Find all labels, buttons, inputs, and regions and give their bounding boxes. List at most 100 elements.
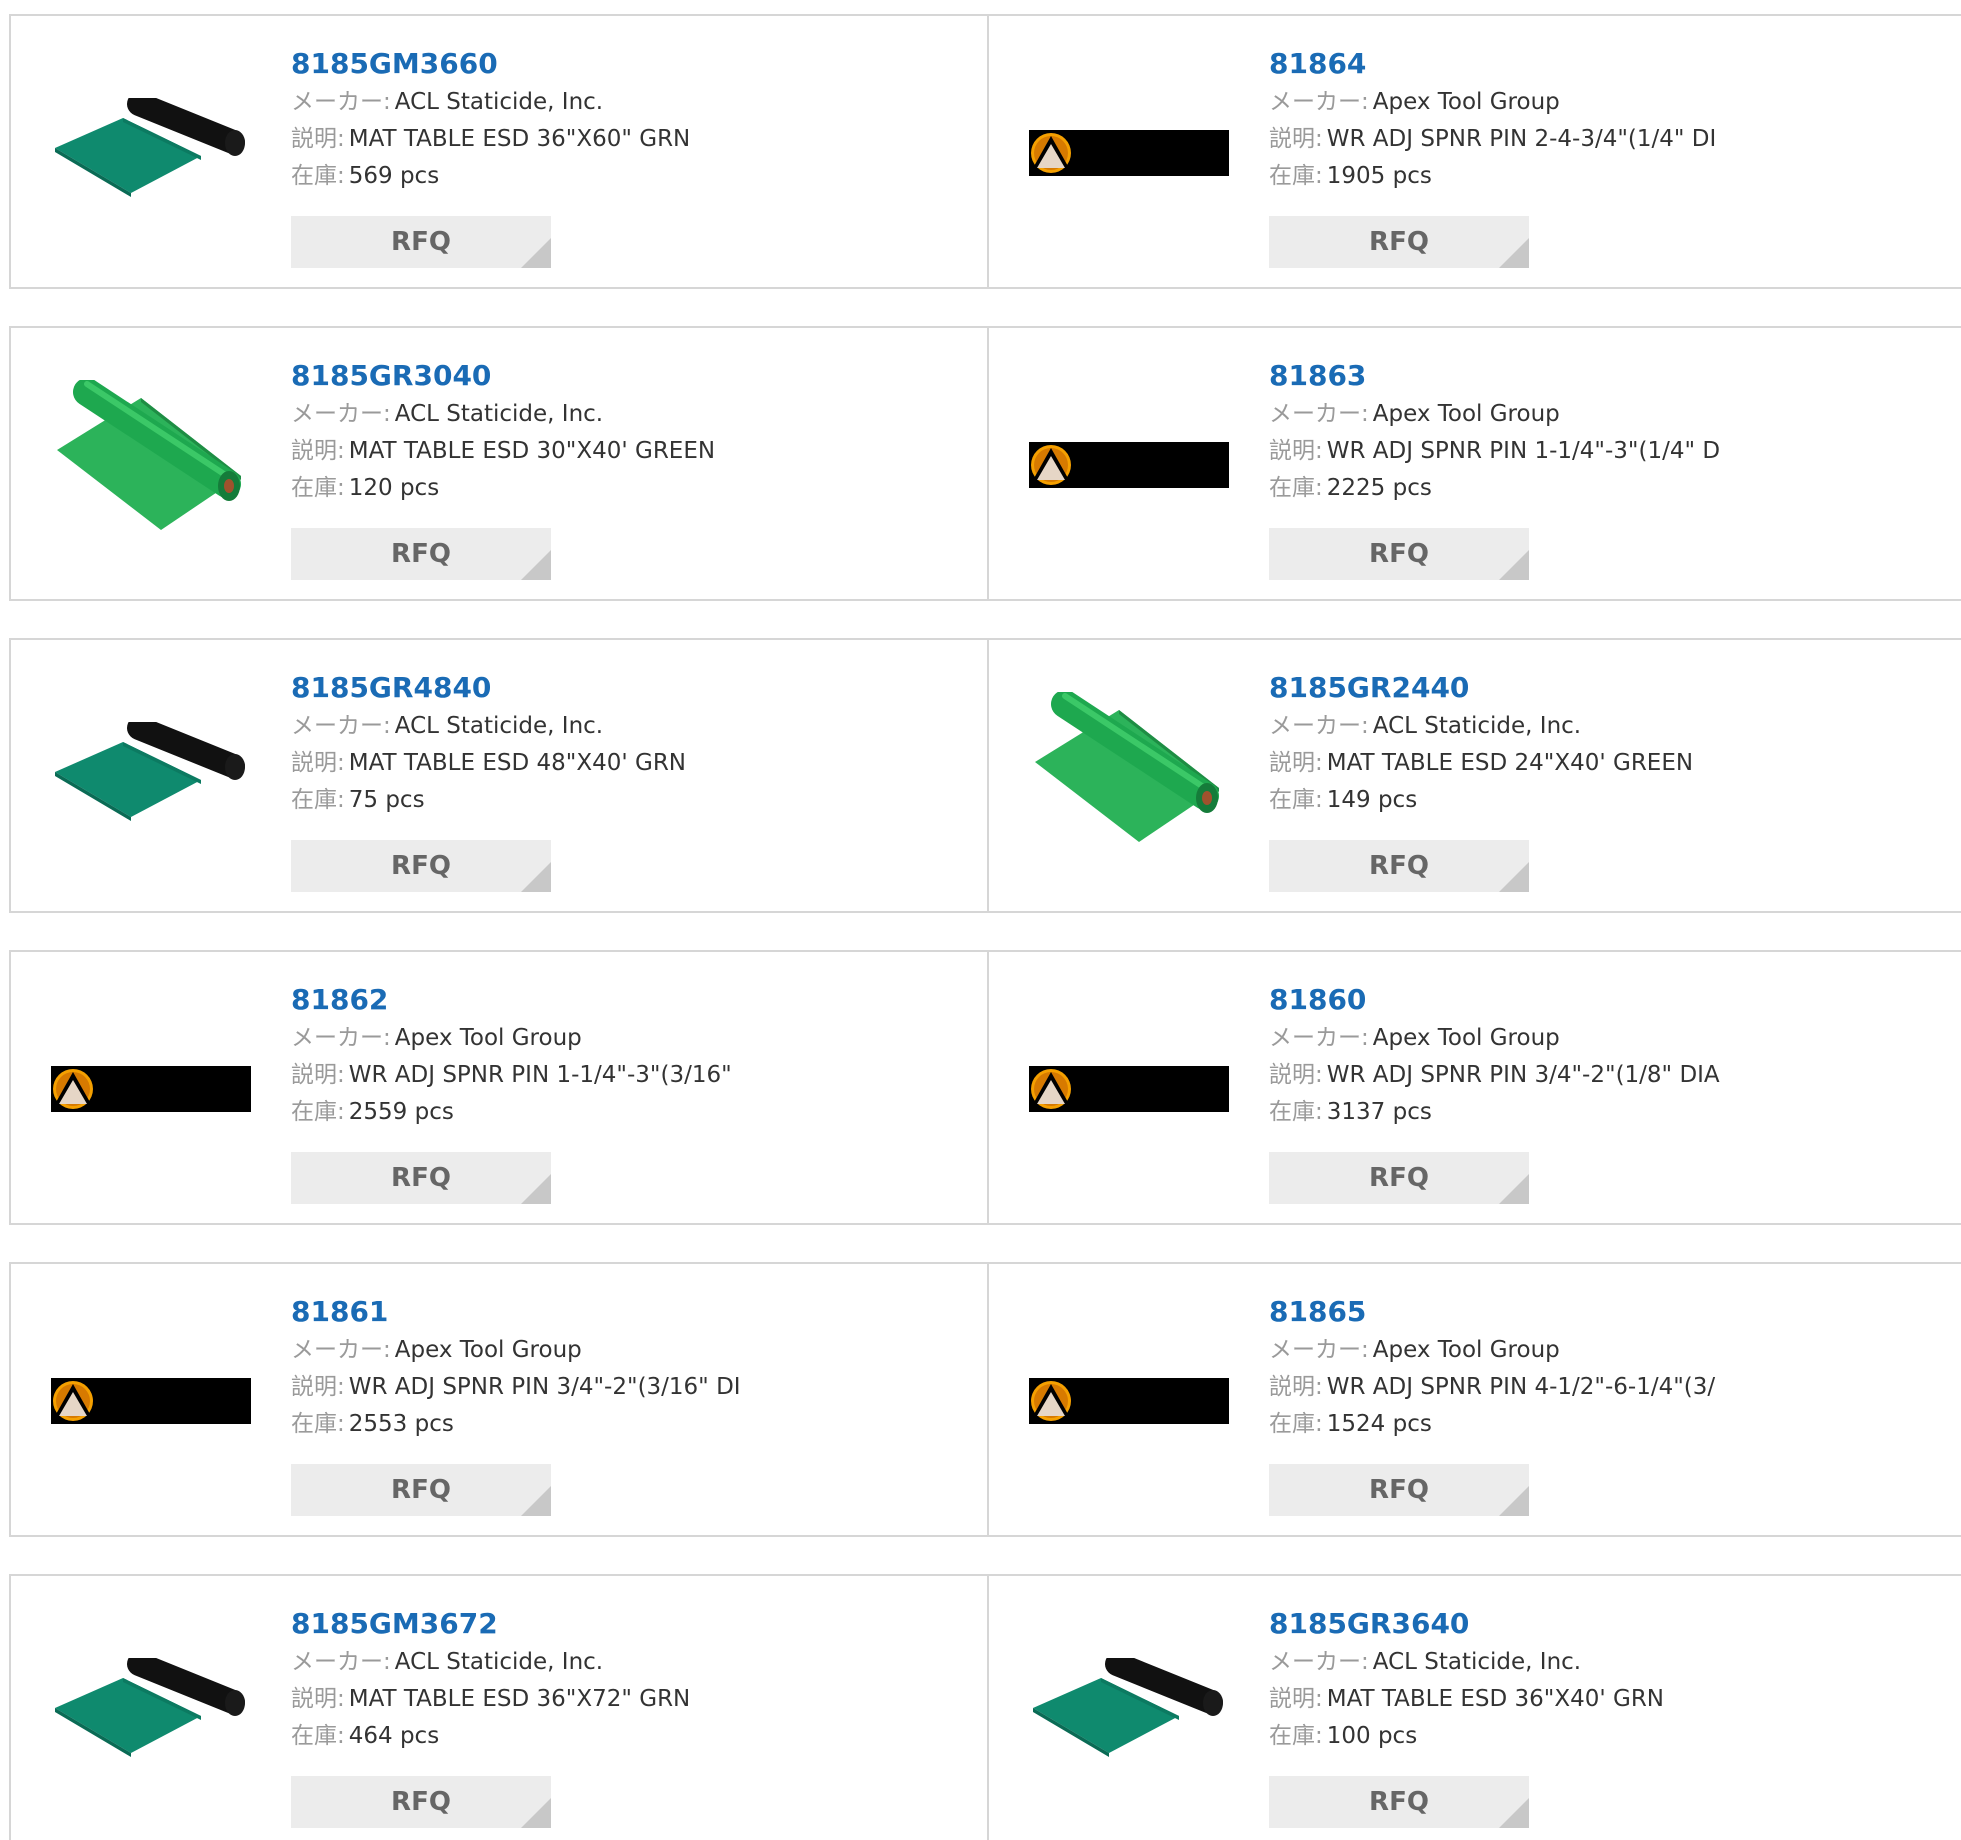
manufacturer-row: メーカー: Apex Tool Group (1269, 1020, 1909, 1057)
product-card: 81863 メーカー: Apex Tool Group 説明: WR ADJ SPN… (987, 326, 1961, 601)
corner-triangle-icon (521, 1486, 551, 1516)
manufacturer-value: ACL Staticide, Inc. (394, 401, 604, 427)
part-number-link[interactable]: 81862 (291, 982, 931, 1020)
description-value: MAT TABLE ESD 36"X72" GRN (348, 1686, 691, 1712)
rfq-button[interactable]: RFQ (291, 528, 551, 580)
description-label: 説明: (1269, 438, 1323, 464)
product-image[interactable] (1029, 1301, 1229, 1501)
stock-row: 在庫: 2559 pcs (291, 1094, 931, 1131)
product-info: 81862 メーカー: Apex Tool Group 説明: WR ADJ SPN… (291, 982, 931, 1131)
apex-logo-icon (1029, 1378, 1229, 1424)
description-row: 説明: MAT TABLE ESD 36"X72" GRN (291, 1681, 931, 1718)
product-info: 81861 メーカー: Apex Tool Group 説明: WR ADJ SPN… (291, 1294, 931, 1443)
product-image[interactable] (51, 1613, 251, 1813)
manufacturer-value: Apex Tool Group (394, 1025, 582, 1051)
stock-row: 在庫: 120 pcs (291, 470, 931, 507)
manufacturer-label: メーカー: (1269, 401, 1369, 427)
stock-value: 2559 pcs (348, 1099, 454, 1125)
part-number-link[interactable]: 8185GM3660 (291, 46, 931, 84)
rfq-button[interactable]: RFQ (291, 1464, 551, 1516)
corner-triangle-icon (1499, 1486, 1529, 1516)
rfq-button[interactable]: RFQ (1269, 1776, 1529, 1828)
manufacturer-label: メーカー: (1269, 713, 1369, 739)
stock-label: 在庫: (1269, 1723, 1323, 1749)
part-number-link[interactable]: 8185GR3040 (291, 358, 931, 396)
stock-row: 在庫: 100 pcs (1269, 1718, 1909, 1755)
rfq-button[interactable]: RFQ (1269, 1464, 1529, 1516)
product-image[interactable] (51, 677, 251, 877)
manufacturer-value: ACL Staticide, Inc. (394, 713, 604, 739)
apex-logo-icon (51, 1066, 251, 1112)
rfq-label: RFQ (1369, 1787, 1429, 1817)
description-value: MAT TABLE ESD 36"X60" GRN (348, 126, 691, 152)
stock-value: 100 pcs (1326, 1723, 1418, 1749)
apex-logo-icon (1029, 1066, 1229, 1112)
product-image[interactable] (51, 989, 251, 1189)
stock-value: 149 pcs (1326, 787, 1418, 813)
product-card: 8185GR2440 メーカー: ACL Staticide, Inc. 説明: M… (987, 638, 1961, 913)
manufacturer-row: メーカー: ACL Staticide, Inc. (291, 84, 931, 121)
stock-value: 2553 pcs (348, 1411, 454, 1437)
part-number-link[interactable]: 81861 (291, 1294, 931, 1332)
description-row: 説明: WR ADJ SPNR PIN 4-1/2"-6-1/4"(3/ (1269, 1369, 1909, 1406)
rfq-button[interactable]: RFQ (291, 840, 551, 892)
rfq-button[interactable]: RFQ (1269, 528, 1529, 580)
part-number-link[interactable]: 81860 (1269, 982, 1909, 1020)
product-image[interactable] (1029, 53, 1229, 253)
manufacturer-label: メーカー: (291, 1649, 391, 1675)
part-number-link[interactable]: 81863 (1269, 358, 1909, 396)
stock-label: 在庫: (1269, 787, 1323, 813)
part-number-link[interactable]: 8185GM3672 (291, 1606, 931, 1644)
product-image[interactable] (51, 53, 251, 253)
product-image[interactable] (51, 365, 251, 565)
manufacturer-row: メーカー: ACL Staticide, Inc. (1269, 1644, 1909, 1681)
part-number-link[interactable]: 81865 (1269, 1294, 1909, 1332)
product-image[interactable] (51, 1301, 251, 1501)
stock-row: 在庫: 75 pcs (291, 782, 931, 819)
manufacturer-label: メーカー: (1269, 1025, 1369, 1051)
stock-label: 在庫: (291, 1411, 345, 1437)
rfq-button[interactable]: RFQ (291, 1152, 551, 1204)
product-image[interactable] (1029, 1613, 1229, 1813)
part-number-link[interactable]: 8185GR3640 (1269, 1606, 1909, 1644)
stock-value: 569 pcs (348, 163, 440, 189)
stock-value: 1905 pcs (1326, 163, 1432, 189)
mat-roll-icon (55, 722, 245, 821)
product-grid: 8185GM3660 メーカー: ACL Staticide, Inc. 説明: M… (9, 14, 1961, 1840)
description-label: 説明: (291, 1062, 345, 1088)
description-label: 説明: (1269, 750, 1323, 776)
part-number-link[interactable]: 8185GR4840 (291, 670, 931, 708)
stock-row: 在庫: 2225 pcs (1269, 470, 1909, 507)
description-label: 説明: (291, 438, 345, 464)
product-image[interactable] (1029, 365, 1229, 565)
rfq-button[interactable]: RFQ (1269, 1152, 1529, 1204)
rfq-label: RFQ (391, 539, 451, 569)
manufacturer-label: メーカー: (1269, 1649, 1369, 1675)
rfq-button[interactable]: RFQ (291, 216, 551, 268)
stock-label: 在庫: (1269, 163, 1323, 189)
stock-row: 在庫: 569 pcs (291, 158, 931, 195)
rfq-button[interactable]: RFQ (1269, 216, 1529, 268)
product-card: 8185GR3040 メーカー: ACL Staticide, Inc. 説明: M… (9, 326, 987, 601)
part-number-link[interactable]: 8185GR2440 (1269, 670, 1909, 708)
rfq-button[interactable]: RFQ (291, 1776, 551, 1828)
description-value: WR ADJ SPNR PIN 1-1/4"-3"(1/4" D (1326, 438, 1721, 464)
description-label: 説明: (291, 126, 345, 152)
description-row: 説明: MAT TABLE ESD 30"X40' GREEN (291, 433, 931, 470)
description-row: 説明: WR ADJ SPNR PIN 1-1/4"-3"(1/4" D (1269, 433, 1909, 470)
part-number-link[interactable]: 81864 (1269, 46, 1909, 84)
product-image[interactable] (1029, 677, 1229, 877)
rfq-button[interactable]: RFQ (1269, 840, 1529, 892)
product-card: 81862 メーカー: Apex Tool Group 説明: WR ADJ SPN… (9, 950, 987, 1225)
description-row: 説明: WR ADJ SPNR PIN 2-4-3/4"(1/4" DI (1269, 121, 1909, 158)
stock-value: 120 pcs (348, 475, 440, 501)
description-row: 説明: WR ADJ SPNR PIN 3/4"-2"(3/16" DI (291, 1369, 931, 1406)
stock-row: 在庫: 3137 pcs (1269, 1094, 1909, 1131)
product-card: 81860 メーカー: Apex Tool Group 説明: WR ADJ SPN… (987, 950, 1961, 1225)
stock-row: 在庫: 2553 pcs (291, 1406, 931, 1443)
mat-roll-icon (1033, 1658, 1223, 1757)
apex-logo-icon (51, 1378, 251, 1424)
manufacturer-row: メーカー: ACL Staticide, Inc. (1269, 708, 1909, 745)
product-info: 8185GR3040 メーカー: ACL Staticide, Inc. 説明: M… (291, 358, 931, 507)
product-image[interactable] (1029, 989, 1229, 1189)
